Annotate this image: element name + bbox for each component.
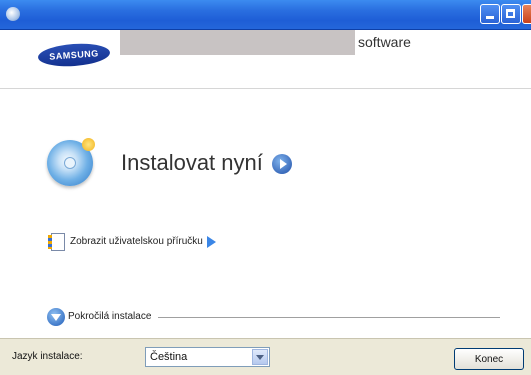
install-disc-icon[interactable] bbox=[47, 138, 95, 186]
triangle-right-icon[interactable] bbox=[207, 236, 216, 248]
minimize-button[interactable] bbox=[480, 4, 500, 24]
samsung-logo: SAMSUNG bbox=[37, 41, 111, 69]
title-bar[interactable] bbox=[0, 0, 531, 30]
app-icon[interactable] bbox=[6, 7, 20, 21]
arrow-down-circle-icon[interactable] bbox=[47, 308, 65, 326]
maximize-button[interactable] bbox=[501, 4, 521, 24]
footer-bar: Jazyk instalace: Čeština Konec bbox=[0, 338, 531, 375]
product-suffix: software bbox=[358, 34, 411, 50]
install-now-link[interactable]: Instalovat nyní bbox=[121, 150, 263, 176]
language-label: Jazyk instalace: bbox=[12, 351, 83, 362]
chevron-down-icon[interactable] bbox=[252, 349, 268, 365]
language-select[interactable]: Čeština bbox=[145, 347, 270, 367]
advanced-install-toggle[interactable]: Pokročilá instalace bbox=[68, 311, 151, 322]
user-guide-link[interactable]: Zobrazit uživatelskou příručku bbox=[70, 236, 203, 247]
close-window-button[interactable] bbox=[522, 4, 531, 24]
exit-button[interactable]: Konec bbox=[454, 348, 524, 370]
product-name-placeholder bbox=[120, 30, 355, 55]
arrow-right-circle-icon[interactable] bbox=[272, 154, 292, 174]
section-divider bbox=[158, 317, 500, 318]
manual-book-icon[interactable] bbox=[48, 233, 65, 251]
header-banner: SAMSUNG software bbox=[0, 30, 531, 89]
language-value: Čeština bbox=[150, 351, 188, 363]
